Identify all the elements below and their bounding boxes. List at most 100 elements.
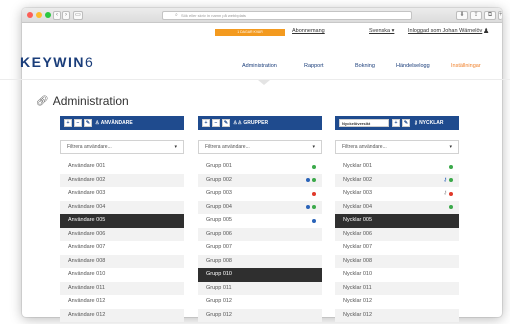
nav-divider — [0, 79, 510, 80]
list-item-label: Användare 006 — [68, 230, 106, 237]
users-edit-button[interactable]: ✎ — [84, 119, 92, 127]
logged-in-user[interactable]: Inloggad som Johan Wärnelöv — [408, 28, 482, 34]
list-item[interactable]: Nycklar 010 — [335, 268, 459, 282]
list-item[interactable]: Grupp 012 — [198, 295, 322, 309]
list-item[interactable]: Grupp 006 — [198, 227, 322, 241]
nav-bokning[interactable]: Bokning — [355, 63, 375, 69]
status-ok-icon — [449, 164, 453, 169]
list-item[interactable]: Nycklar 012 — [335, 295, 459, 309]
list-item[interactable]: Användare 011 — [60, 281, 184, 295]
groups-title: ♙♙ GRUPPER — [233, 116, 268, 130]
minimize-dot[interactable] — [36, 12, 42, 18]
logo-text: KEYWIN — [20, 54, 85, 70]
list-item[interactable]: Användare 012 — [60, 295, 184, 309]
search-icon: ⌕ — [175, 12, 178, 18]
keys-add-button[interactable]: + — [392, 119, 400, 127]
nav-administration[interactable]: Administration — [242, 63, 277, 69]
share-button[interactable]: ⇪ — [470, 11, 482, 20]
list-item[interactable]: Grupp 004 — [198, 200, 322, 214]
list-item[interactable]: Nycklar 007 — [335, 241, 459, 255]
forward-button[interactable]: › — [62, 11, 70, 20]
list-item[interactable]: Grupp 012 — [198, 308, 322, 322]
list-item[interactable]: Användare 001 — [60, 160, 184, 174]
groups-panel-header: + − ✎ ♙♙ GRUPPER — [198, 116, 322, 130]
status-ok-icon — [449, 205, 453, 210]
nav-installningar[interactable]: Inställningar — [451, 63, 481, 69]
trial-cta-button[interactable]: 1 DAGAR KVAR — [215, 29, 285, 36]
nav-rapport[interactable]: Rapport — [304, 63, 324, 69]
keys-view-select[interactable]: Nyckelöversikt — [339, 119, 389, 127]
list-item[interactable]: Nycklar 001 — [335, 160, 459, 174]
list-item[interactable]: Grupp 011 — [198, 281, 322, 295]
list-item[interactable]: Nycklar 008 — [335, 254, 459, 268]
row-status: ⚷ — [443, 187, 453, 201]
list-item[interactable]: Användare 007 — [60, 241, 184, 255]
page-title: 🔗︎ Administration — [36, 94, 129, 108]
list-item-label: Nycklar 010 — [343, 271, 373, 277]
keys-filter-select[interactable]: Filtrera användare... ▾ — [335, 140, 459, 154]
list-item[interactable]: Grupp 005 — [198, 214, 322, 228]
row-status — [449, 201, 453, 215]
list-item[interactable]: Nycklar 004 — [335, 200, 459, 215]
group-icon: ♙♙ — [233, 120, 242, 126]
groups-filter-select[interactable]: Filtrera användare... ▾ — [198, 140, 322, 154]
list-item[interactable]: Nycklar 003 ⚷ — [335, 187, 459, 201]
users-remove-button[interactable]: − — [74, 119, 82, 127]
list-item[interactable]: Användare 012 — [60, 308, 184, 322]
list-item[interactable]: Grupp 003 — [198, 187, 322, 201]
users-add-button[interactable]: + — [64, 119, 72, 127]
list-item[interactable]: Nycklar 011 — [335, 281, 459, 295]
chevron-down-icon: ▾ — [449, 144, 452, 150]
groups-edit-button[interactable]: ✎ — [222, 119, 230, 127]
list-item-label: Användare 010 — [68, 271, 106, 277]
list-item[interactable]: Användare 003 — [60, 187, 184, 201]
list-item-label: Grupp 001 — [206, 163, 232, 169]
new-tab-button[interactable]: + — [498, 11, 502, 20]
keys-panel: Nyckelöversikt + ✎ ⚷ NYCKLAR Filtrera an… — [335, 116, 459, 322]
download-button[interactable]: ⬇ — [456, 11, 468, 20]
groups-remove-button[interactable]: − — [212, 119, 220, 127]
user-icon: ♙ — [95, 120, 100, 126]
tabs-button[interactable]: ⧉ — [484, 11, 496, 20]
list-item[interactable]: Nycklar 012 — [335, 308, 459, 322]
address-placeholder: Sök eller skriv in namn på webbplats — [181, 13, 246, 18]
address-bar[interactable]: ⌕ Sök eller skriv in namn på webbplats — [162, 11, 412, 20]
list-item-label: Grupp 003 — [206, 190, 232, 196]
key-icon: ⚷ — [414, 120, 418, 126]
user-icon[interactable]: ♟ — [483, 27, 489, 35]
close-dot[interactable] — [27, 12, 33, 18]
language-select[interactable]: Svenska ▾ — [369, 28, 394, 34]
status-ok-icon — [312, 205, 316, 210]
users-filter-select[interactable]: Filtrera användare... ▾ — [60, 140, 184, 154]
list-item[interactable]: Grupp 008 — [198, 254, 322, 268]
list-item[interactable]: Användare 002 — [60, 173, 184, 187]
list-item[interactable]: Nycklar 006 — [335, 227, 459, 241]
back-button[interactable]: ‹ — [53, 11, 61, 20]
list-item[interactable]: Användare 008 — [60, 254, 184, 268]
keys-title: ⚷ NYCKLAR — [414, 116, 444, 130]
list-item-selected[interactable]: Nycklar 005 — [335, 214, 459, 228]
list-item[interactable]: Användare 006 — [60, 227, 184, 241]
groups-add-button[interactable]: + — [202, 119, 210, 127]
list-item[interactable]: Grupp 007 — [198, 241, 322, 255]
list-item[interactable]: Nycklar 002 ⚷ — [335, 173, 459, 187]
list-item-label: Användare 005 — [68, 217, 106, 223]
list-item[interactable]: Användare 010 — [60, 268, 184, 282]
keys-edit-button[interactable]: ✎ — [402, 119, 410, 127]
list-item-label: Nycklar 008 — [343, 257, 373, 264]
zoom-dot[interactable] — [45, 12, 51, 18]
users-list: Användare 001 Användare 002 Användare 00… — [60, 160, 184, 322]
list-item[interactable]: Grupp 001 — [198, 160, 322, 174]
list-item[interactable]: Grupp 002 — [198, 173, 322, 187]
subscription-link[interactable]: Abonnemang — [292, 28, 325, 34]
page-title-text: Administration — [52, 94, 129, 108]
list-item[interactable]: Användare 004 — [60, 200, 184, 214]
list-item-label: Användare 011 — [68, 284, 105, 291]
nav-handelselogg[interactable]: Händelselogg — [396, 63, 430, 69]
sidebar-button[interactable]: ▭ — [73, 11, 83, 20]
list-item-selected[interactable]: Grupp 010 — [198, 268, 322, 282]
list-item-label: Nycklar 012 — [343, 298, 373, 304]
list-item-label: Grupp 008 — [206, 257, 232, 264]
list-item-selected[interactable]: Användare 005 — [60, 214, 184, 228]
app-logo[interactable]: KEYWIN6 — [20, 54, 94, 70]
